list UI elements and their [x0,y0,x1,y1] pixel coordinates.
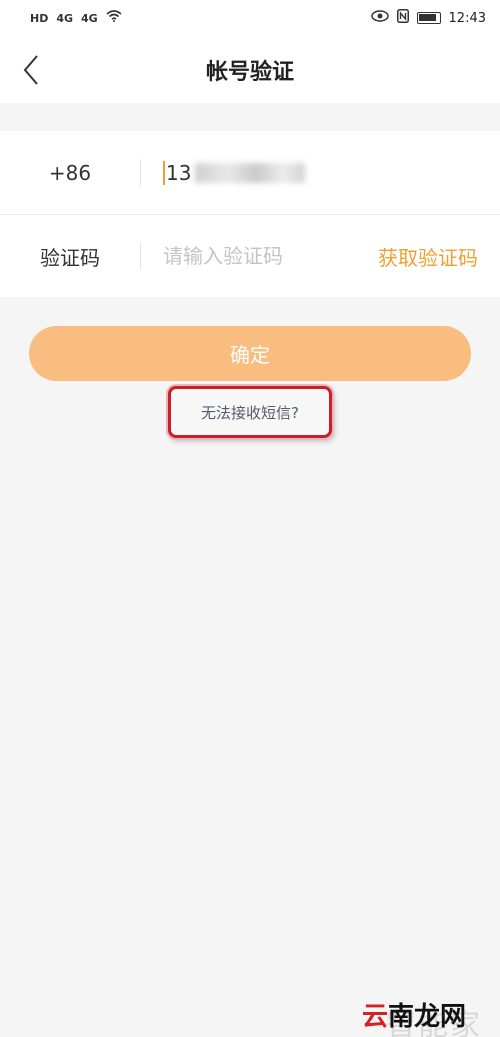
confirm-button[interactable]: 确定 [29,326,471,381]
page-title: 帐号验证 [205,59,294,85]
watermark-brand-rest: 南龙网 [387,1002,466,1032]
signal-4g-icon-2: 4G [81,11,98,25]
phone-row: +86 13 [0,131,500,214]
back-button[interactable] [16,50,46,90]
text-cursor [163,160,165,185]
eye-comfort-icon [370,10,389,26]
signal-4g-icon: 4G [56,11,74,25]
verification-form: +86 13 验证码 获取验证码 [0,131,500,297]
phone-field[interactable]: 13 [163,160,306,185]
status-right: 12:43 [370,9,486,27]
chevron-left-icon [23,55,38,85]
status-left: HD 4G 4G [30,10,122,26]
code-row: 验证码 获取验证码 [0,214,500,297]
nfc-icon [396,9,409,27]
get-code-button[interactable]: 获取验证码 [378,242,478,271]
nav-bar: 帐号验证 [0,36,500,103]
wifi-icon [106,10,122,26]
status-bar: HD 4G 4G 12:43 [0,0,500,36]
hd-icon: HD [30,11,49,25]
code-input[interactable] [163,244,343,268]
status-time: 12:43 [448,10,486,26]
country-code[interactable]: +86 [0,161,140,185]
phone-number-visible: 13 [166,160,192,185]
watermark-brand-prefix: 云 [361,1002,388,1032]
battery-icon [416,12,441,24]
code-label: 验证码 [40,245,100,270]
watermark-brand: 云南龙网 [362,996,466,1033]
cannot-receive-sms-link[interactable]: 无法接收短信? [168,386,332,438]
row-divider [140,242,141,270]
row-divider [140,158,141,187]
phone-number-blurred [195,162,306,183]
